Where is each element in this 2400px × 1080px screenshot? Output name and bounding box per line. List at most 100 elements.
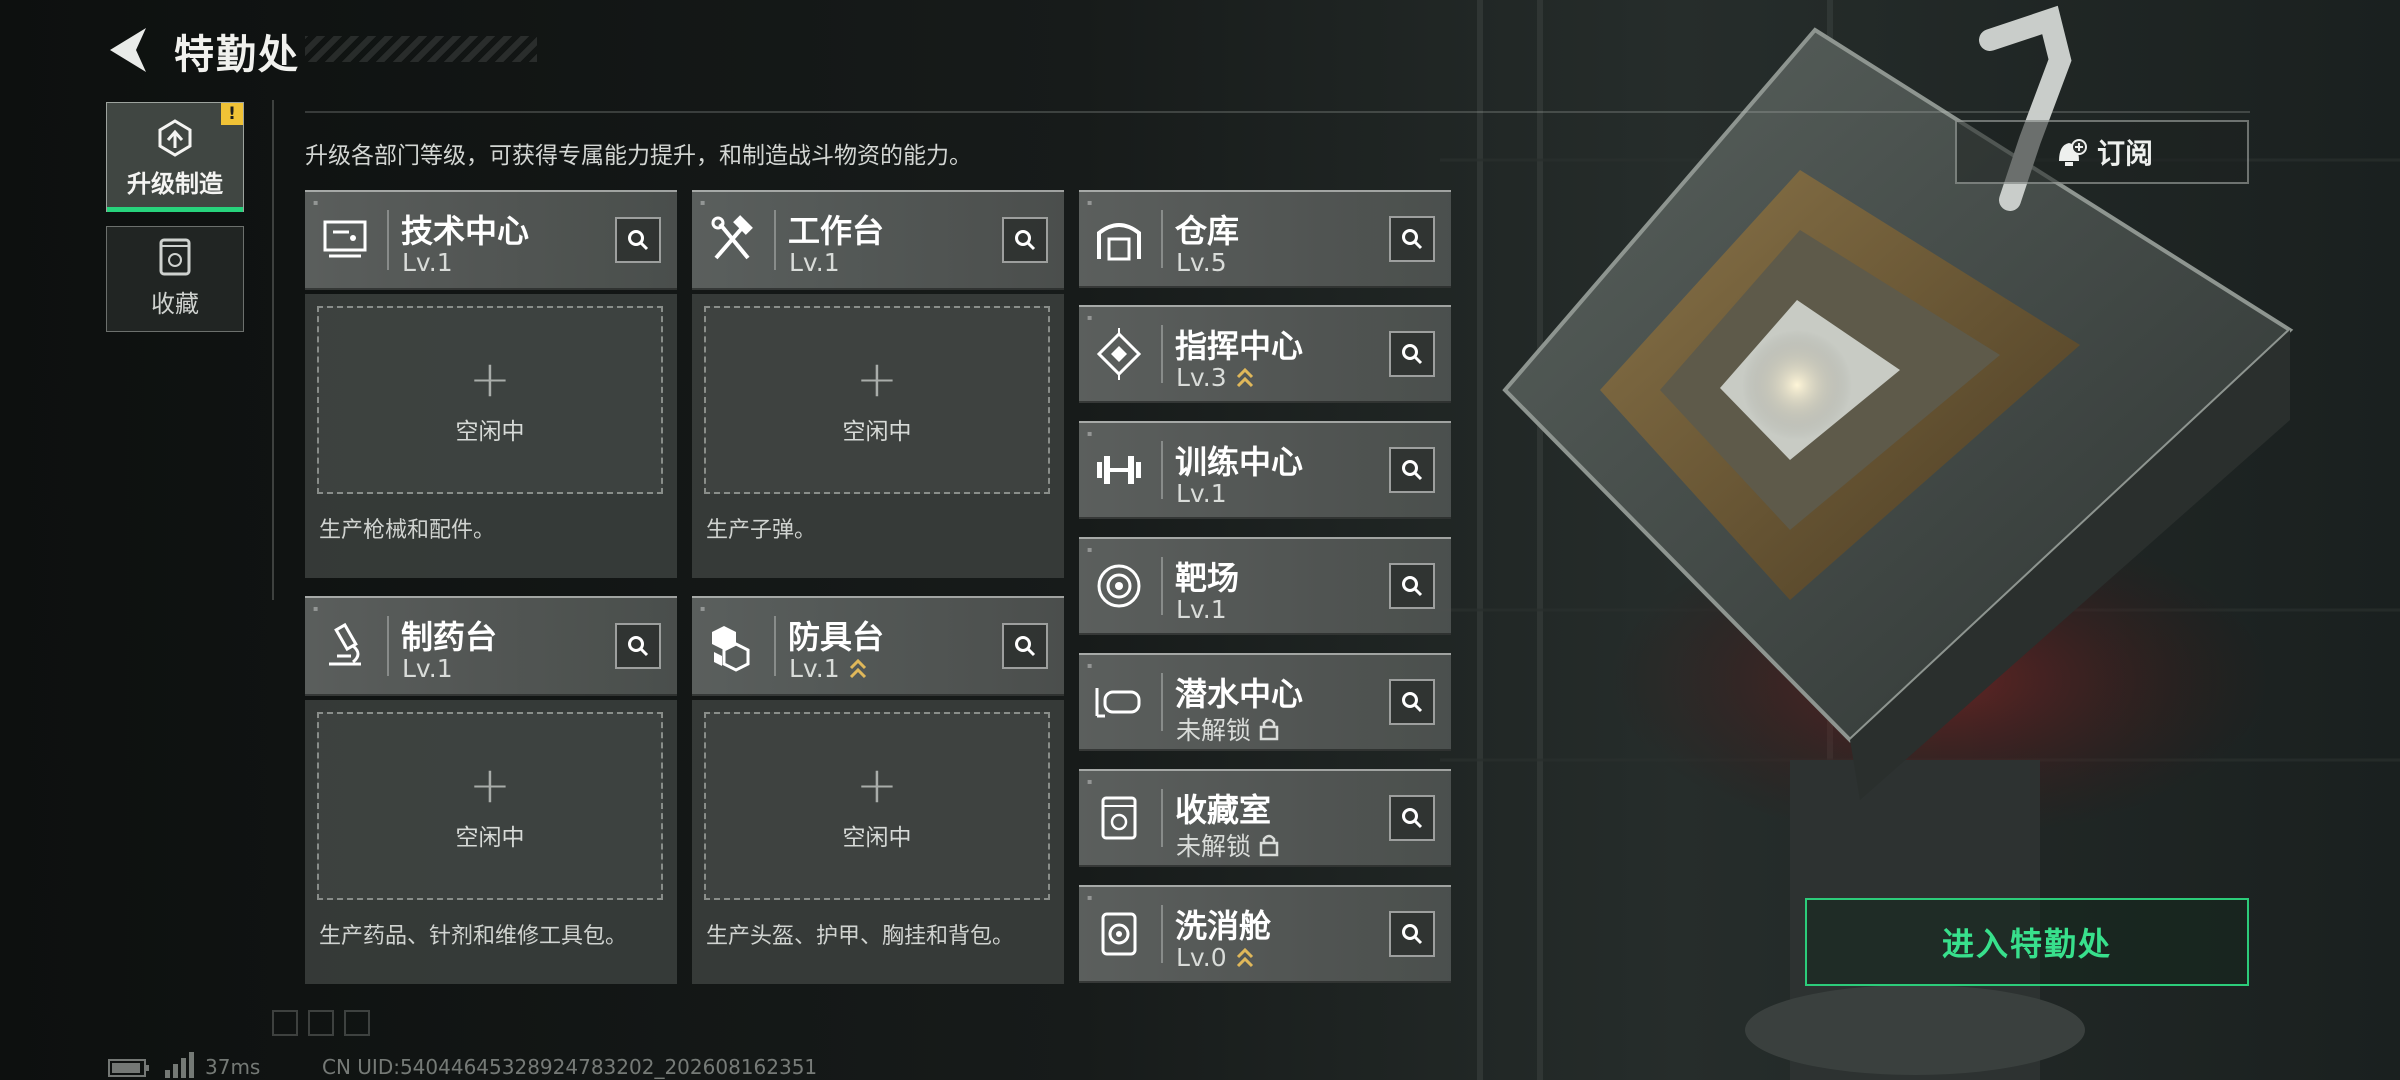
search-button[interactable] (1389, 563, 1435, 609)
facility-level: Lv.1 (402, 654, 453, 683)
production-panel-pharmacy: + 空闲中 生产药品、针剂和维修工具包。 (305, 700, 677, 984)
search-button[interactable] (1389, 911, 1435, 957)
title-decoration (305, 36, 537, 62)
level-text: Lv.1 (1176, 479, 1227, 508)
warehouse-icon (1097, 223, 1141, 261)
hammer-wrench-icon (711, 215, 753, 260)
card-separator (1161, 905, 1163, 963)
card-separator (1161, 557, 1163, 615)
upgrade-arrow-icon (1236, 947, 1253, 967)
search-button[interactable] (1389, 331, 1435, 377)
level-text: Lv.1 (402, 248, 453, 277)
search-button[interactable] (1389, 447, 1435, 493)
facility-description: 生产枪械和配件。 (319, 518, 496, 543)
card-corner-mark: ▪ (313, 604, 319, 613)
plus-icon: + (469, 756, 511, 814)
card-corner-mark: ▪ (1087, 313, 1093, 322)
slot-status: 空闲中 (455, 419, 525, 445)
enter-special-ops-button[interactable]: 进入特勤处 (1805, 898, 2249, 986)
production-slot[interactable]: + 空闲中 (317, 306, 663, 494)
facility-description: 生产头盔、护甲、胸挂和背包。 (706, 924, 1015, 949)
lock-icon (1259, 718, 1279, 741)
production-slot[interactable]: + 空闲中 (317, 712, 663, 900)
diving-mask-icon (1095, 688, 1141, 718)
upgrade-arrow-icon (1236, 367, 1253, 387)
card-separator (387, 616, 389, 676)
slot-status: 空闲中 (842, 419, 912, 445)
search-button[interactable] (1389, 795, 1435, 841)
decorative-squares (272, 1010, 370, 1036)
microscope-icon (329, 622, 361, 666)
card-corner-mark: ▪ (1087, 661, 1093, 670)
dumbbell-icon (1097, 456, 1141, 484)
level-text: Lv.1 (789, 654, 840, 683)
card-separator (774, 210, 776, 270)
facility-card-warehouse[interactable]: ▪ 仓库 Lv.5 (1079, 190, 1451, 288)
plus-icon: + (856, 350, 898, 408)
search-button[interactable] (1002, 217, 1048, 263)
facility-card-shooting-range[interactable]: ▪ 靶场 Lv.1 (1079, 537, 1451, 635)
search-icon (1402, 692, 1423, 713)
search-button[interactable] (1389, 679, 1435, 725)
card-corner-mark: ▪ (1087, 545, 1093, 554)
facility-card-armory[interactable]: ▪ 防具台 Lv.1 (692, 596, 1064, 696)
search-icon (628, 230, 649, 251)
facility-name: 指挥中心 (1175, 327, 1304, 365)
card-corner-mark: ▪ (1087, 893, 1093, 902)
enter-button-label: 进入特勤处 (1941, 925, 2112, 963)
cubes-icon (712, 626, 750, 672)
user-uid: CN UID:54044645328924783202_202608162351 (322, 1055, 818, 1079)
search-button[interactable] (1389, 216, 1435, 262)
facility-name: 洗消舱 (1175, 907, 1272, 945)
page-description: 升级各部门等级，可获得专属能力提升，和制造战斗物资的能力。 (305, 143, 972, 169)
facility-level: Lv.1 (402, 248, 453, 277)
card-corner-mark: ▪ (1087, 777, 1093, 786)
level-text: Lv.3 (1176, 363, 1227, 392)
search-button[interactable] (615, 623, 661, 669)
slot-status: 空闲中 (842, 825, 912, 851)
card-separator (774, 616, 776, 676)
subscribe-button[interactable]: 订阅 (1955, 120, 2249, 184)
facility-level: Lv.5 (1176, 248, 1227, 277)
production-slot[interactable]: + 空闲中 (704, 306, 1050, 494)
slot-status: 空闲中 (455, 825, 525, 851)
facility-level: Lv.0 (1176, 943, 1255, 972)
production-panel-tech-center: + 空闲中 生产枪械和配件。 (305, 294, 677, 578)
bell-plus-icon (2058, 139, 2087, 166)
level-text: Lv.5 (1176, 248, 1227, 277)
facility-card-training-center[interactable]: ▪ 训练中心 Lv.1 (1079, 421, 1451, 519)
production-panel-workbench: + 空闲中 生产子弹。 (692, 294, 1064, 578)
production-slot[interactable]: + 空闲中 (704, 712, 1050, 900)
back-arrow-icon[interactable] (104, 24, 154, 76)
facility-name: 潜水中心 (1175, 675, 1304, 713)
facility-card-command-center[interactable]: ▪ 指挥中心 Lv.3 (1079, 305, 1451, 403)
level-text: Lv.0 (1176, 943, 1227, 972)
facility-description: 生产子弹。 (706, 518, 817, 543)
card-corner-mark: ▪ (1087, 429, 1093, 438)
facility-name: 收藏室 (1175, 791, 1272, 829)
tab-upgrade-manufacture[interactable]: ! 升级制造 (106, 102, 244, 212)
search-icon (628, 636, 649, 657)
plus-icon: + (469, 350, 511, 408)
facility-level: Lv.3 (1176, 363, 1255, 392)
facility-card-pharmacy[interactable]: ▪ 制药台 Lv.1 (305, 596, 677, 696)
upgrade-arrow-icon (849, 658, 866, 678)
monitor-icon (323, 220, 367, 258)
search-button[interactable] (1002, 623, 1048, 669)
tab-collection[interactable]: 收藏 (106, 226, 244, 332)
facility-level: Lv.1 (789, 248, 840, 277)
card-corner-mark: ▪ (313, 198, 319, 207)
facility-card-tech-center[interactable]: ▪ 技术中心 Lv.1 (305, 190, 677, 290)
card-separator (387, 210, 389, 270)
search-icon (1402, 344, 1423, 365)
facility-card-diving-center[interactable]: ▪ 潜水中心 未解锁 (1079, 653, 1451, 751)
card-separator (1161, 789, 1163, 847)
search-button[interactable] (615, 217, 661, 263)
card-corner-mark: ▪ (1087, 198, 1093, 207)
facility-card-workbench[interactable]: ▪ 工作台 Lv.1 (692, 190, 1064, 290)
battery-icon (108, 1059, 149, 1077)
facility-card-collection-room[interactable]: ▪ 收藏室 未解锁 (1079, 769, 1451, 867)
facility-card-decontamination[interactable]: ▪ 洗消舱 Lv.0 (1079, 885, 1451, 983)
facility-name: 制药台 (401, 618, 498, 656)
facility-level: 未解锁 (1176, 827, 1279, 863)
